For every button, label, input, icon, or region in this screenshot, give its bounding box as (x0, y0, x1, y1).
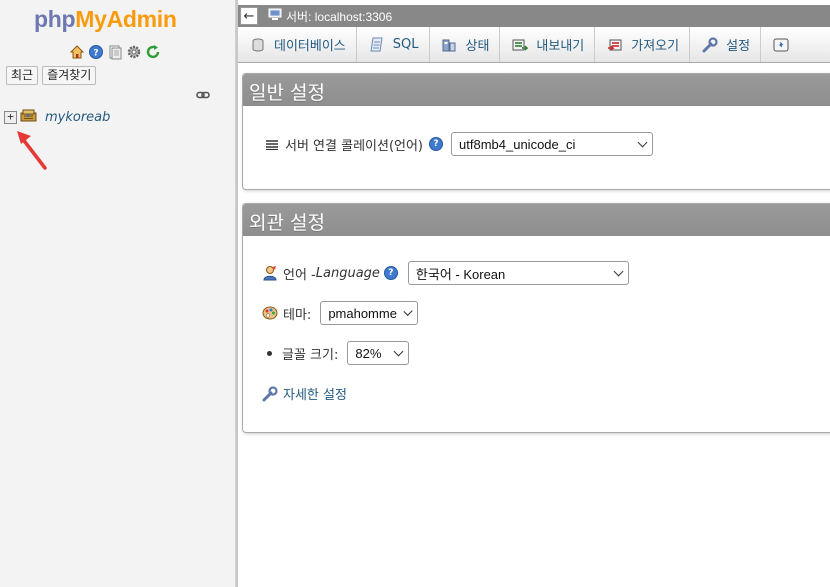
tab-settings[interactable]: 설정 (690, 27, 762, 62)
wrench-icon (261, 385, 279, 403)
expand-toggle[interactable]: + (4, 110, 17, 124)
language-row: 언어 - Language ? 한국어 - Korean (261, 261, 629, 285)
theme-value: pmahomme (328, 305, 397, 321)
chevron-down-icon (393, 346, 404, 356)
tab-status[interactable]: 상태 (430, 27, 501, 62)
help-icon[interactable]: ? (87, 43, 104, 60)
language-select[interactable]: 한국어 - Korean (407, 261, 629, 285)
appearance-settings-title: 외관 설정 (243, 204, 830, 236)
list-icon (263, 135, 281, 153)
main-tab-bar: 데이터베이스 SQL 상태 내보내기 가져오기 설정 (238, 27, 830, 63)
chevron-down-icon (637, 137, 648, 147)
theme-select[interactable]: pmahomme (320, 301, 419, 325)
tab-label: 상태 (465, 39, 490, 54)
tab-label: SQL (392, 37, 419, 52)
export-icon (512, 37, 529, 53)
language-help-icon[interactable]: ? (383, 266, 398, 280)
server-label: 서버: localhost:3306 (286, 9, 393, 24)
wrench-icon (702, 36, 718, 53)
language-label-en: Language (315, 265, 380, 281)
phpmyadmin-logo[interactable]: phpMyAdmin (34, 6, 177, 33)
navigation-panel: phpMyAdmin ? 최근 즐겨찾기 + mykoreab (0, 0, 236, 587)
server-breadcrumb[interactable]: 서버: localhost:3306 (268, 8, 392, 25)
status-icon (442, 37, 458, 53)
theme-row: 테마: pmahomme (261, 301, 419, 325)
tab-label: 가져오기 (631, 39, 680, 54)
database-icon (250, 37, 266, 53)
more-icon (773, 37, 789, 53)
tab-sql[interactable]: SQL (357, 27, 430, 62)
tab-label: 설정 (726, 39, 751, 54)
chevron-down-icon (403, 306, 413, 316)
general-settings-title: 일반 설정 (243, 74, 830, 106)
home-icon[interactable] (68, 43, 85, 60)
link-icon[interactable] (196, 89, 210, 104)
language-icon (261, 264, 279, 282)
docs-icon[interactable] (106, 43, 123, 60)
reload-icon[interactable] (144, 43, 161, 60)
tab-import[interactable]: 가져오기 (595, 27, 691, 62)
collation-select[interactable]: utf8mb4_unicode_ci (451, 132, 654, 156)
language-label: 언어 - (283, 267, 316, 283)
tab-databases[interactable]: 데이터베이스 (238, 27, 357, 62)
recent-button[interactable]: 최근 (6, 66, 39, 85)
collation-help-icon[interactable]: ? (429, 137, 444, 151)
settings-icon[interactable] (125, 43, 142, 60)
favorites-button[interactable]: 즐겨찾기 (42, 66, 97, 85)
collation-label: 서버 연결 콜레이션(언어) (285, 138, 424, 154)
bullet-icon (267, 350, 272, 356)
import-icon (607, 37, 623, 53)
tab-export[interactable]: 내보내기 (500, 27, 596, 62)
sql-icon (369, 37, 385, 53)
nav-icon-bar: ? (68, 43, 161, 60)
svg-text:?: ? (93, 48, 98, 58)
theme-palette-icon (261, 304, 279, 322)
collation-value: utf8mb4_unicode_ci (459, 136, 576, 152)
font-size-select[interactable]: 82% (347, 341, 410, 365)
font-size-row: 글꼴 크기: 82% (261, 341, 410, 365)
server-icon (268, 8, 282, 24)
more-settings-row: 자세한 설정 (261, 384, 347, 403)
font-size-label: 글꼴 크기: (282, 347, 339, 363)
appearance-settings-panel: 외관 설정 언어 - Language ? 한국어 - Korean 테마: p… (242, 203, 830, 433)
tab-label: 내보내기 (536, 39, 585, 54)
database-name[interactable]: mykoreab (45, 110, 110, 125)
more-settings-link[interactable]: 자세한 설정 (283, 384, 347, 403)
database-icon (20, 108, 38, 126)
tab-label: 데이터베이스 (274, 39, 346, 54)
collation-row: 서버 연결 콜레이션(언어) ? utf8mb4_unicode_ci (263, 132, 654, 156)
font-size-value: 82% (355, 345, 382, 361)
general-settings-panel: 일반 설정 서버 연결 콜레이션(언어) ? utf8mb4_unicode_c… (242, 73, 830, 190)
annotation-arrow-icon (12, 128, 52, 178)
tree-item-database[interactable]: + mykoreab (4, 108, 110, 126)
server-breadcrumb-bar: ← 서버: localhost:3306 (238, 5, 830, 27)
back-button[interactable]: ← (240, 7, 258, 25)
panel-divider[interactable] (236, 0, 238, 587)
nav-button-row: 최근 즐겨찾기 (6, 66, 97, 85)
chevron-down-icon (613, 266, 624, 276)
theme-label: 테마: (283, 307, 312, 323)
language-value: 한국어 - Korean (415, 266, 506, 282)
tab-more[interactable] (761, 27, 799, 62)
